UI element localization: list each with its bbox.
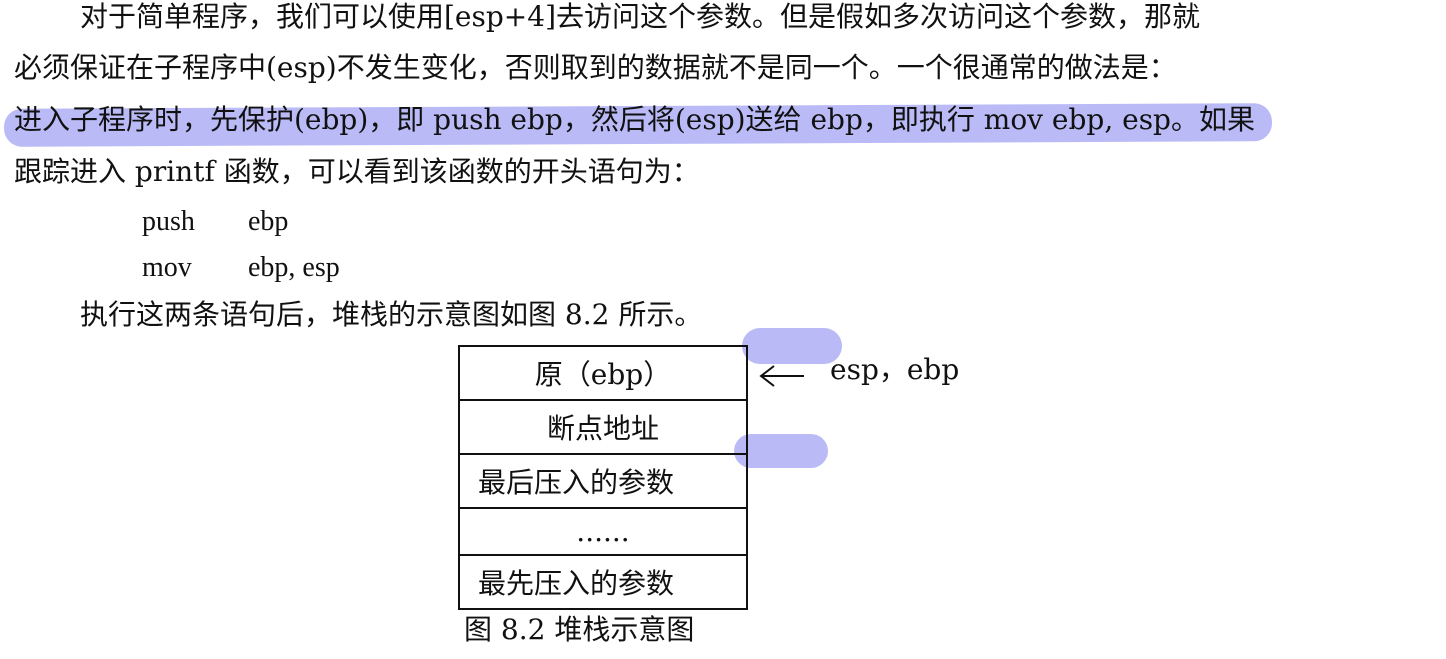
paragraph-line-3: 进入子程序时，先保护(ebp)，即 push ebp，然后将(esp)送给 eb… bbox=[14, 103, 1255, 136]
code-line-1: push ebp bbox=[142, 205, 288, 239]
code-line-2: mov ebp, esp bbox=[142, 251, 340, 285]
code-op: push bbox=[142, 206, 195, 237]
stack-cell-ellipsis: ...... bbox=[460, 509, 746, 556]
code-op: mov bbox=[142, 252, 192, 283]
paragraph-line-1: 对于简单程序，我们可以使用[esp+4]去访问这个参数。但是假如多次访问这个参数… bbox=[80, 0, 1200, 33]
paragraph-line-4: 跟踪进入 printf 函数，可以看到该函数的开头语句为： bbox=[14, 155, 700, 188]
figure-caption: 图 8.2 堆栈示意图 bbox=[464, 613, 695, 646]
after-code-sentence: 执行这两条语句后，堆栈的示意图如图 8.2 所示。 bbox=[80, 298, 703, 331]
stack-cell-last-pushed-arg: 最后压入的参数 bbox=[460, 455, 746, 509]
stack-cell-first-pushed-arg: 最先压入的参数 bbox=[478, 567, 675, 600]
stack-cell-saved-ebp: 原（ebp） bbox=[460, 347, 746, 401]
code-args: ebp bbox=[248, 206, 289, 237]
left-arrow-icon bbox=[759, 365, 804, 387]
highlight-stroke-top-right-of-stack bbox=[742, 328, 842, 364]
highlight-stroke-mid-right-of-stack bbox=[734, 434, 828, 468]
stack-pointer-label: esp，ebp bbox=[830, 353, 960, 386]
stack-diagram: 原（ebp） 断点地址 最后压入的参数 ...... 最先压入的参数 bbox=[458, 345, 748, 610]
stack-cell-return-address: 断点地址 bbox=[460, 401, 746, 455]
code-args: ebp, esp bbox=[248, 252, 340, 283]
paragraph-line-2: 必须保证在子程序中(esp)不发生变化，否则取到的数据就不是同一个。一个很通常的… bbox=[14, 51, 1177, 84]
